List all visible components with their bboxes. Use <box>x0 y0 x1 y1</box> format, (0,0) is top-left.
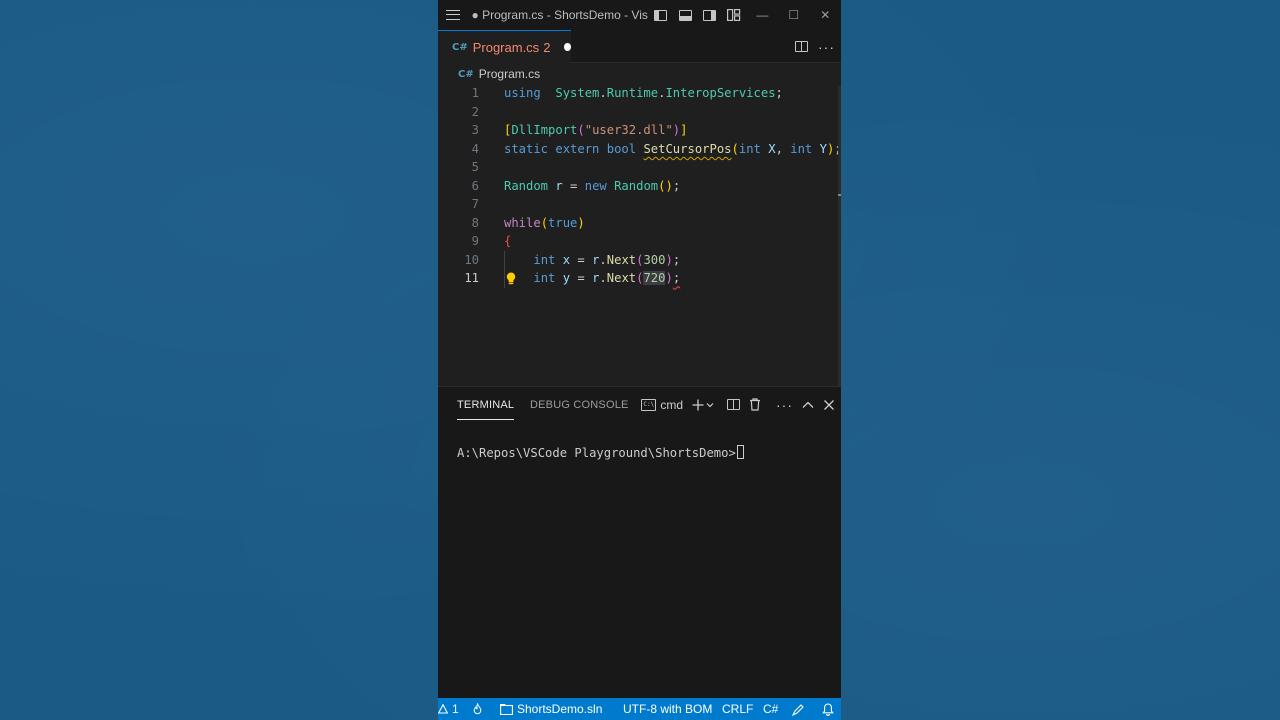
code-line: 1 using System.Runtime.InteropServices; <box>438 84 841 103</box>
title-bar: ● Program.cs - ShortsDemo - Vis... — ☐ ✕ <box>438 0 841 30</box>
customize-layout-icon <box>727 9 741 21</box>
split-terminal-icon[interactable] <box>727 399 740 410</box>
editor-tab-bar: C# Program.cs 2 ··· <box>438 30 841 63</box>
language-selector[interactable]: C# <box>763 698 778 720</box>
notifications-button[interactable] <box>822 698 834 720</box>
minimize-button[interactable]: — <box>747 0 778 30</box>
code-text: using System.Runtime.InteropServices; <box>504 86 783 101</box>
code-line: 8 while(true) <box>438 214 841 233</box>
flame-icon <box>473 703 482 715</box>
encoding-selector[interactable]: UTF-8 with BOM <box>623 698 712 720</box>
csharp-icon: C# <box>458 68 474 80</box>
folder-icon <box>500 703 513 715</box>
line-number: 4 <box>471 141 479 156</box>
flame-button[interactable] <box>472 698 483 720</box>
solution-name: ShortsDemo.sln <box>517 702 603 716</box>
code-line: 7 <box>438 195 841 214</box>
more-actions-icon[interactable]: ··· <box>776 397 793 413</box>
terminal-cursor <box>736 445 744 459</box>
editor-actions: ··· <box>795 30 835 63</box>
shell-name: cmd <box>660 397 683 412</box>
terminal-shell-selector[interactable]: C:\ cmd <box>641 398 683 412</box>
csharp-icon: C# <box>452 41 468 53</box>
code-line: 9{ <box>438 232 841 251</box>
maximize-panel-icon[interactable] <box>802 401 814 409</box>
customize-layout-button[interactable] <box>722 0 747 30</box>
code-text: int y = r.Next(720); <box>533 271 681 286</box>
eol-selector[interactable]: CRLF <box>722 698 753 720</box>
menu-button[interactable] <box>438 0 467 30</box>
line-number: 10 <box>464 252 479 267</box>
line-number: 8 <box>471 215 479 230</box>
code-line: 2 <box>438 103 841 122</box>
hamburger-icon <box>445 10 460 20</box>
toggle-primary-sidebar-button[interactable] <box>648 0 673 30</box>
window-title: ● Program.cs - ShortsDemo - Vis... <box>471 8 649 22</box>
warning-icon <box>438 704 448 714</box>
feedback-icon <box>792 703 804 716</box>
tab-label: Program.cs <box>472 39 540 55</box>
line-number: 5 <box>471 160 479 175</box>
code-text: Random r = new Random(); <box>504 178 681 193</box>
code-line: 11 int y = r.Next(720); <box>438 269 841 288</box>
bottom-panel: TERMINAL DEBUG CONSOLE C:\ cmd ··· A:\Re… <box>438 386 841 698</box>
plus-icon <box>692 399 704 410</box>
code-line: 10 int x = r.Next(300); <box>438 251 841 270</box>
tab-terminal[interactable]: TERMINAL <box>457 387 515 422</box>
toggle-secondary-sidebar-button[interactable] <box>698 0 723 30</box>
code-line: 4 static extern bool SetCursorPos(int X, … <box>438 140 841 159</box>
tab-program-cs[interactable]: C# Program.cs 2 <box>438 30 571 63</box>
line-number: 9 <box>471 234 479 249</box>
line-number: 1 <box>471 86 479 101</box>
line-number: 3 <box>471 123 479 138</box>
code-text: { <box>504 234 512 249</box>
code-line: 5 <box>438 158 841 177</box>
scrollbar-cursor-marker <box>838 194 841 196</box>
breadcrumb-file[interactable]: Program.cs <box>479 67 540 81</box>
line-number: 7 <box>471 197 479 212</box>
unsaved-dot-icon[interactable] <box>564 43 571 51</box>
code-line: 6 Random r = new Random(); <box>438 177 841 196</box>
code-text: static extern bool SetCursorPos(int X, i… <box>504 141 841 156</box>
bell-icon <box>822 702 834 716</box>
chevron-down-icon[interactable] <box>706 402 714 408</box>
tab-debug-console[interactable]: DEBUG CONSOLE <box>530 387 629 422</box>
feedback-button[interactable] <box>792 698 805 720</box>
problems-indicator[interactable]: 1 <box>438 698 459 720</box>
breadcrumb[interactable]: C# Program.cs <box>438 63 841 85</box>
secondary-sidebar-layout-icon <box>703 9 717 21</box>
line-number: 6 <box>471 178 479 193</box>
code-editor[interactable]: 1 using System.Runtime.InteropServices; 2… <box>438 84 841 386</box>
terminal-prompt: A:\Repos\VSCode Playground\ShortsDemo> <box>457 446 736 460</box>
terminal-output[interactable]: A:\Repos\VSCode Playground\ShortsDemo> <box>457 445 744 460</box>
more-actions-icon[interactable]: ··· <box>818 39 835 55</box>
toggle-panel-button[interactable] <box>673 0 698 30</box>
code-line: 3 [DllImport("user32.dll")] <box>438 121 841 140</box>
trash-icon[interactable] <box>749 398 761 411</box>
panel-tabs: TERMINAL DEBUG CONSOLE C:\ cmd ··· <box>438 387 841 422</box>
code-text: [DllImport("user32.dll")] <box>504 123 688 138</box>
solution-explorer-item[interactable]: ShortsDemo.sln <box>500 698 602 720</box>
editor-scrollbar[interactable] <box>838 86 841 386</box>
new-terminal-button[interactable] <box>692 399 714 411</box>
code-text: int x = r.Next(300); <box>533 252 681 267</box>
code-text: while(true) <box>504 215 585 230</box>
terminal-icon: C:\ <box>641 398 657 411</box>
maximize-button[interactable]: ☐ <box>778 0 809 30</box>
panel-actions: C:\ cmd ··· <box>641 387 835 422</box>
lightbulb-icon[interactable] <box>505 272 517 285</box>
panel-layout-icon <box>678 9 692 21</box>
close-window-button[interactable]: ✕ <box>810 0 841 30</box>
line-number: 2 <box>471 104 479 119</box>
status-bar: 1 ShortsDemo.sln UTF-8 with BOM CRLF C# <box>438 698 841 720</box>
line-number: 11 <box>464 271 479 286</box>
close-panel-icon[interactable] <box>823 399 835 411</box>
warning-count: 1 <box>452 702 459 716</box>
vscode-window: ● Program.cs - ShortsDemo - Vis... — ☐ ✕… <box>438 0 841 720</box>
sidebar-layout-icon <box>654 9 668 21</box>
split-editor-icon[interactable] <box>795 41 808 52</box>
problem-count: 2 <box>543 39 551 55</box>
